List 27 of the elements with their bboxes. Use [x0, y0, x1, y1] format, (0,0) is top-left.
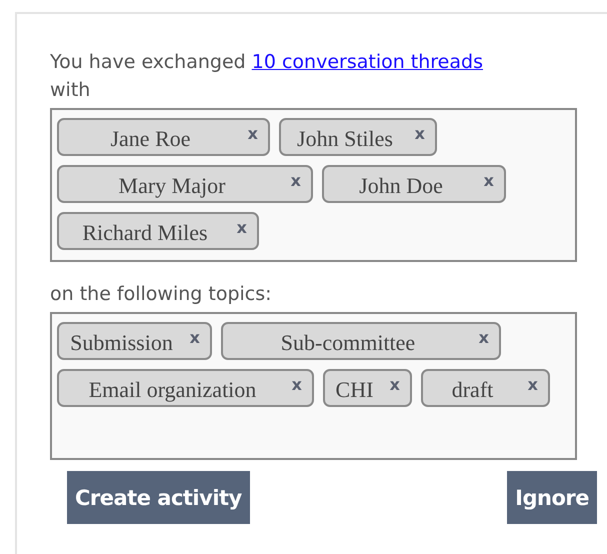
remove-button[interactable]: x [290, 171, 301, 190]
tag-label: draft [450, 376, 494, 403]
remove-button[interactable]: x [190, 328, 200, 347]
intro-text: You have exchanged 10 conversation threads with [50, 50, 484, 103]
remove-button[interactable]: x [478, 328, 489, 347]
remove-button[interactable]: x [414, 124, 425, 143]
tag-label: CHI [334, 376, 374, 403]
tag-input-box[interactable]: Jane Roe x John Stiles x Mary Major x John Doe x Richard Miles x [50, 108, 577, 262]
tag-label: Jane Roe [109, 125, 192, 152]
remove-button[interactable]: x [236, 218, 247, 237]
remove-button[interactable]: x [484, 171, 494, 190]
remove-button[interactable]: x [390, 375, 400, 394]
tag-label: Email organization [88, 376, 258, 403]
remove-button[interactable]: x [528, 375, 538, 394]
remove-button[interactable]: x [292, 375, 302, 394]
tag-label: Submission [69, 329, 174, 356]
ignore-button[interactable]: Ignore [507, 471, 597, 524]
tag-input-box[interactable]: Submission x Sub-committee x Email organization x CHI x draft x [50, 312, 577, 460]
tag-label: John Doe [358, 172, 444, 199]
create-activity-button[interactable]: Create activity [67, 471, 250, 524]
threads-link[interactable]: 10 conversation threads [252, 51, 483, 73]
remove-button[interactable]: x [248, 124, 258, 143]
tag-label: John Stiles [296, 125, 394, 152]
tag-label: Sub-committee [280, 329, 416, 356]
tag-label: Mary Major [118, 172, 226, 199]
topics-label: on the following topics: [50, 282, 273, 307]
tag-label: Richard Miles [81, 219, 209, 246]
